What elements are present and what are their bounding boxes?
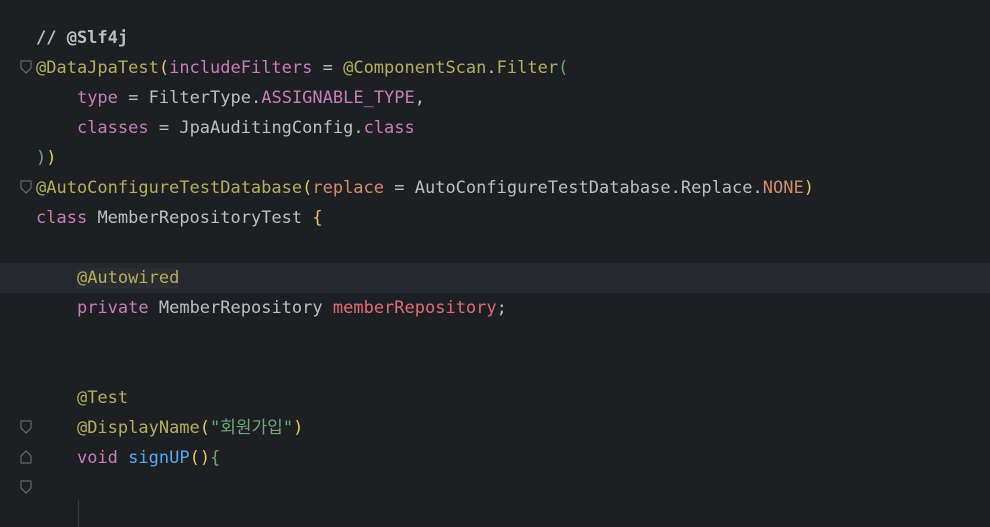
annotation: @Autowired: [76, 268, 180, 288]
dot: .: [353, 118, 364, 138]
class-name: Filter: [496, 58, 559, 78]
keyword: class: [363, 118, 415, 138]
annotation: @Test: [76, 388, 129, 408]
code-line-4: classes = JpaAuditingConfig.class: [36, 113, 990, 143]
brace: {: [210, 448, 221, 468]
code-line-14: @Test: [36, 383, 990, 413]
dot: .: [486, 58, 497, 78]
fold-end-icon[interactable]: [20, 450, 32, 464]
class-name: JpaAuditingConfig: [179, 118, 354, 138]
comment: // @Slf4j: [36, 28, 129, 48]
keyword: private: [76, 298, 149, 318]
operator: =: [117, 88, 149, 108]
code-line-3: type = FilterType.ASSIGNABLE_TYPE,: [36, 83, 990, 113]
paren: (: [158, 58, 170, 78]
code-line-7: class MemberRepositoryTest {: [36, 203, 990, 233]
dot: .: [752, 178, 763, 198]
paren: ): [293, 418, 304, 438]
code-editor[interactable]: // @Slf4j @DataJpaTest(includeFilters = …: [0, 0, 990, 527]
class-name: MemberRepositoryTest: [97, 208, 303, 228]
operator: =: [312, 58, 344, 78]
operator: =: [384, 178, 415, 198]
comma: ,: [414, 88, 426, 108]
param-name: type: [76, 88, 118, 108]
keyword: class: [36, 208, 88, 228]
indent-guide: [78, 500, 79, 527]
paren: (: [199, 418, 211, 438]
annotation: @ComponentScan: [343, 58, 487, 78]
code-line-11: private MemberRepository memberRepositor…: [36, 293, 990, 323]
annotation: @DataJpaTest: [36, 58, 159, 78]
code-line-15: @DisplayName("회원가입"): [36, 413, 990, 443]
method-name: signUP: [128, 448, 190, 468]
code-line-6: @AutoConfigureTestDatabase(replace = Aut…: [36, 173, 990, 203]
annotation: @DisplayName: [76, 418, 200, 438]
enum-constant: ASSIGNABLE_TYPE: [261, 88, 415, 108]
annotation: @AutoConfigureTestDatabase: [36, 178, 303, 198]
class-name: AutoConfigureTestDatabase: [414, 178, 671, 198]
code-line-10: @Autowired: [36, 263, 990, 293]
fold-open-icon[interactable]: [20, 60, 32, 74]
type-name: MemberRepository: [158, 298, 323, 318]
keyword: void: [76, 448, 118, 468]
operator: =: [148, 118, 180, 138]
enum-constant: NONE: [762, 178, 804, 198]
paren: ): [803, 178, 814, 198]
code-line-2: @DataJpaTest(includeFilters = @Component…: [36, 53, 990, 83]
paren: (: [558, 58, 569, 78]
paren: (: [302, 178, 313, 198]
paren: ): [46, 148, 57, 168]
param-name: replace: [312, 178, 385, 198]
field-name: memberRepository: [332, 298, 497, 318]
fold-open-icon[interactable]: [20, 480, 32, 494]
dot: .: [670, 178, 681, 198]
dot: .: [250, 88, 262, 108]
fold-open-icon[interactable]: [20, 180, 32, 194]
code-line-16: void signUP(){: [36, 443, 990, 473]
code-line-5: )): [36, 143, 990, 173]
class-name: FilterType: [148, 88, 251, 108]
semicolon: ;: [496, 298, 507, 318]
fold-open-icon[interactable]: [20, 420, 32, 434]
code-area[interactable]: // @Slf4j @DataJpaTest(includeFilters = …: [0, 23, 990, 473]
param-name: classes: [76, 118, 149, 138]
paren: (): [189, 448, 211, 468]
code-line-1: // @Slf4j: [36, 23, 990, 53]
class-name: Replace: [680, 178, 753, 198]
string-literal: "회원가입": [210, 418, 294, 438]
paren: ): [36, 148, 47, 168]
param-name: includeFilters: [169, 58, 313, 78]
brace: {: [302, 208, 323, 228]
